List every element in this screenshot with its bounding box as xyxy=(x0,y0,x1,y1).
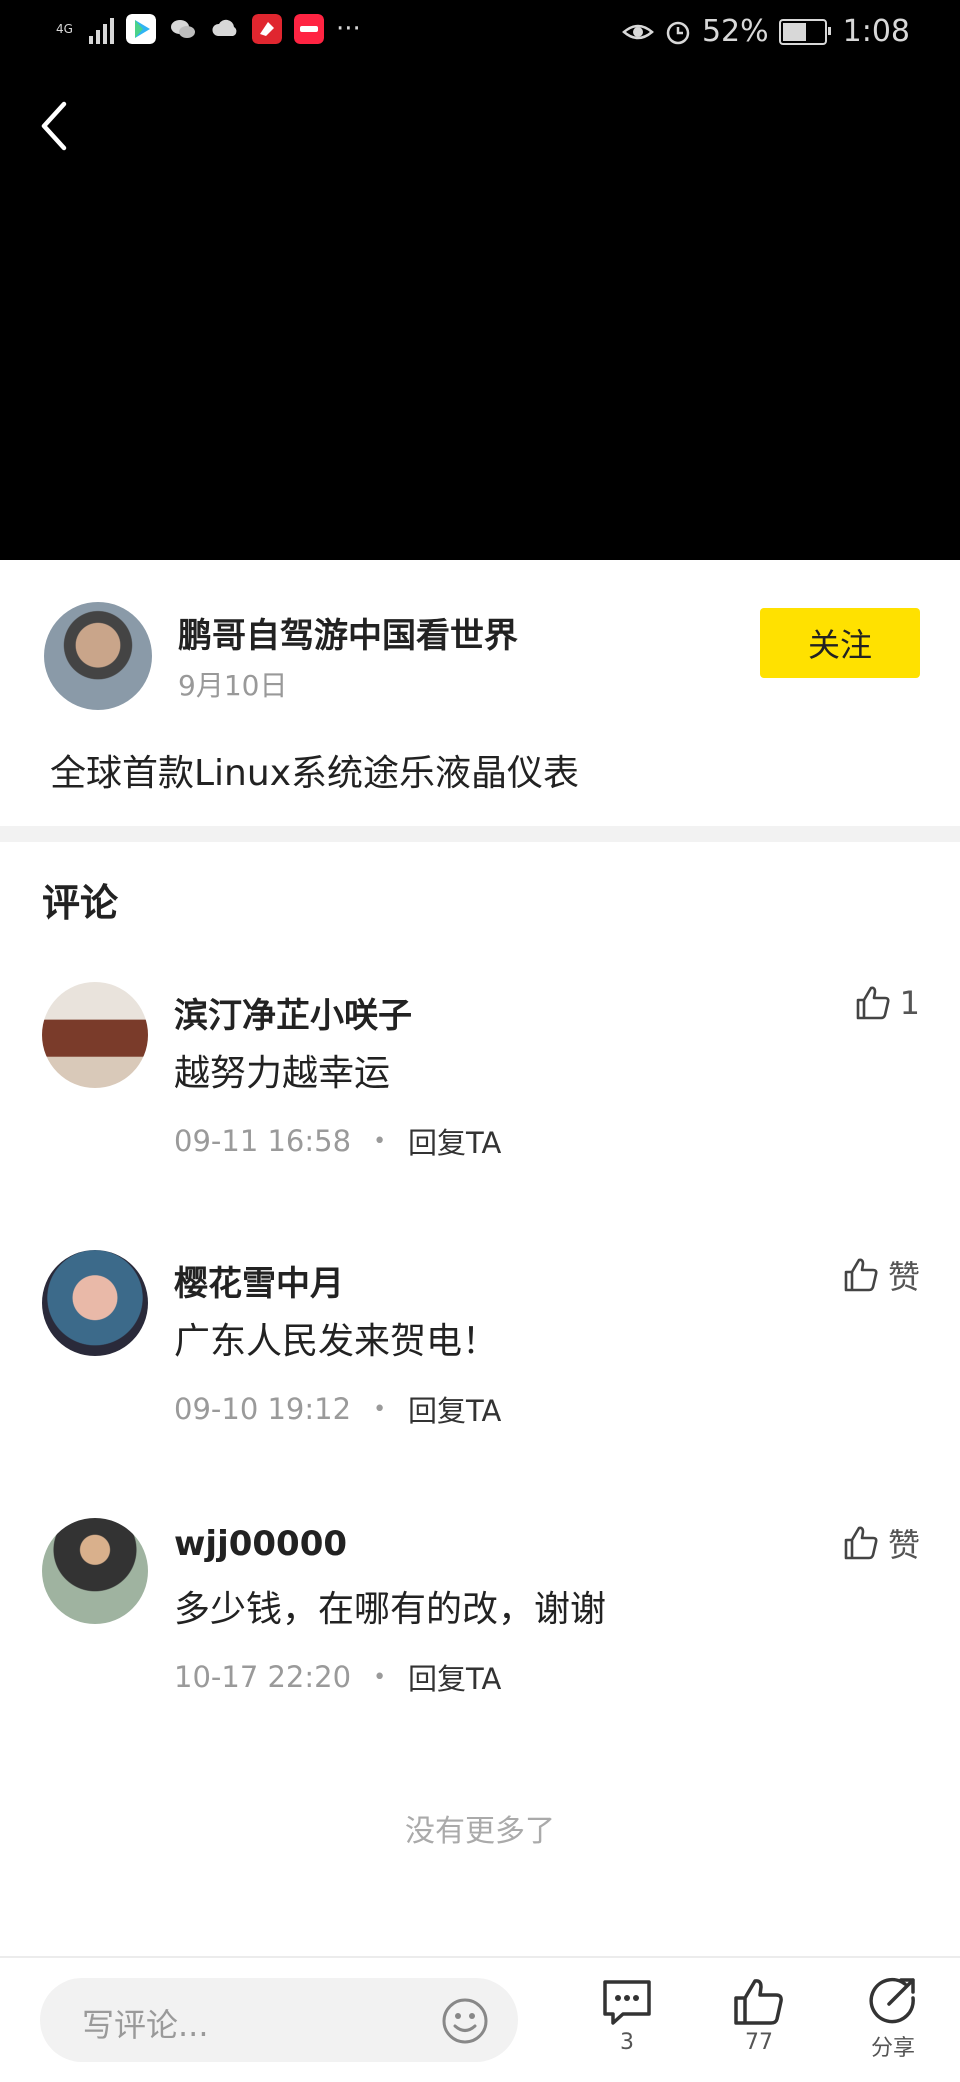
thumbs-up-icon xyxy=(856,986,890,1020)
commenter-avatar[interactable] xyxy=(42,1250,148,1356)
signal-icon xyxy=(88,14,114,44)
video-title: 全球首款Linux系统途乐液晶仪表 xyxy=(50,753,579,794)
reply-button[interactable]: 回复TA xyxy=(408,1120,501,1162)
thumbs-up-icon xyxy=(734,1979,783,2025)
no-more-text: 没有更多了 xyxy=(405,1814,555,1849)
follow-button[interactable]: 关注 xyxy=(760,608,920,678)
comment-text: 广东人民发来贺电！ xyxy=(174,1321,499,1362)
clock: 1:08 xyxy=(842,14,910,49)
back-icon[interactable] xyxy=(36,98,76,154)
commenter-avatar[interactable] xyxy=(42,1518,148,1624)
like-count: 1 xyxy=(899,984,920,1022)
comment-meta: 09-10 19:12 • 回复TA xyxy=(174,1388,501,1430)
comments-button[interactable]: 3 xyxy=(582,1976,672,2055)
commenter-name[interactable]: 滨汀净芷小咲子 xyxy=(174,988,412,1037)
like-count-total: 77 xyxy=(745,2030,773,2055)
eye-icon xyxy=(622,24,654,39)
thumbs-up-icon xyxy=(844,1258,878,1292)
more-notifications: ··· xyxy=(335,14,361,44)
like-button[interactable]: 77 xyxy=(714,1976,804,2055)
comment-time: 09-10 19:12 xyxy=(174,1392,352,1426)
comment-item: 樱花雪中月 广东人民发来贺电！ 09-10 19:12 • 回复TA 赞 xyxy=(0,1250,960,1490)
comment-text: 多少钱，在哪有的改，谢谢 xyxy=(174,1589,607,1630)
comment-count: 3 xyxy=(620,2030,634,2055)
news-app-icon xyxy=(251,14,282,44)
battery-icon xyxy=(778,18,831,45)
author-section: 鹏哥自驾游中国看世界 9月10日 关注 全球首款Linux系统途乐液晶仪表 xyxy=(0,560,960,826)
red-app-icon xyxy=(293,14,324,44)
separator-dot: • xyxy=(373,1396,387,1422)
status-bar: 4G ··· 52% 1:08 xyxy=(0,0,960,66)
video-app-icon xyxy=(125,14,156,44)
share-icon xyxy=(869,1977,915,2024)
comment-like-button[interactable]: 赞 xyxy=(842,1252,920,1298)
network-type: 4G xyxy=(56,22,73,36)
comment-input[interactable]: 写评论... xyxy=(40,1978,518,2062)
reply-button[interactable]: 回复TA xyxy=(408,1656,501,1698)
separator-dot: • xyxy=(373,1664,387,1690)
share-button[interactable]: 分享 xyxy=(848,1976,938,2062)
author-avatar[interactable] xyxy=(44,602,152,710)
comment-like-button[interactable]: 1 xyxy=(854,984,920,1022)
cloud-icon xyxy=(212,19,237,36)
author-name[interactable]: 鹏哥自驾游中国看世界 xyxy=(178,608,518,657)
comment-bubble-icon xyxy=(603,1980,651,2025)
reply-button[interactable]: 回复TA xyxy=(408,1388,501,1430)
bottom-action-bar: 写评论... 3 77 分享 xyxy=(0,1956,960,2082)
thumbs-up-icon xyxy=(844,1526,878,1560)
comment-like-button[interactable]: 赞 xyxy=(842,1520,920,1566)
comment-input-placeholder: 写评论... xyxy=(82,2006,209,2044)
separator-dot: • xyxy=(373,1128,387,1154)
comment-text: 越努力越幸运 xyxy=(174,1053,391,1094)
commenter-name[interactable]: 樱花雪中月 xyxy=(174,1256,344,1305)
like-label: 赞 xyxy=(887,1258,920,1296)
share-label: 分享 xyxy=(870,2036,915,2061)
video-player[interactable]: 4G ··· 52% 1:08 xyxy=(0,0,960,560)
comment-item: 滨汀净芷小咲子 越努力越幸运 09-11 16:58 • 回复TA 1 xyxy=(0,982,960,1222)
wechat-icon xyxy=(170,20,195,38)
publish-date: 9月10日 xyxy=(178,669,288,702)
commenter-avatar[interactable] xyxy=(42,982,148,1088)
battery-percent: 52% xyxy=(701,14,769,49)
comment-item: wjj00000 多少钱，在哪有的改，谢谢 10-17 22:20 • 回复TA… xyxy=(0,1518,960,1758)
section-divider xyxy=(0,826,960,842)
comment-time: 10-17 22:20 xyxy=(174,1660,352,1694)
comments-heading: 评论 xyxy=(42,881,119,925)
like-label: 赞 xyxy=(887,1526,920,1564)
commenter-name[interactable]: wjj00000 xyxy=(174,1524,347,1564)
comment-meta: 09-11 16:58 • 回复TA xyxy=(174,1120,501,1162)
alarm-icon xyxy=(666,21,690,44)
comment-time: 09-11 16:58 xyxy=(174,1124,352,1158)
emoji-icon[interactable] xyxy=(440,1996,490,2046)
comment-meta: 10-17 22:20 • 回复TA xyxy=(174,1656,501,1698)
